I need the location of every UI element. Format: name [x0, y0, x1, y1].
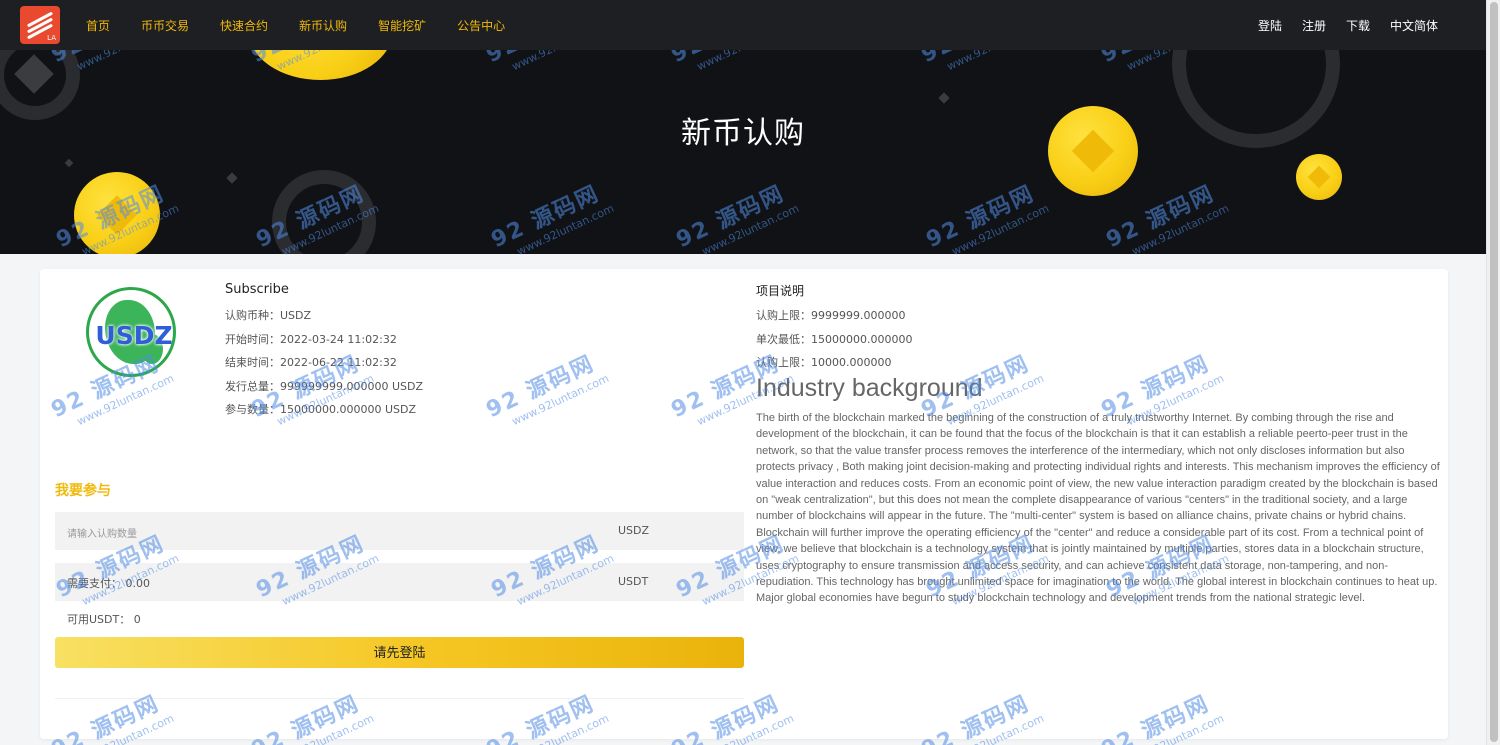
- decor-diamond-icon: [226, 172, 238, 184]
- info-row-participation: 参与数量：15000000.000000 USDZ: [225, 403, 417, 416]
- decor-coin-icon: [74, 172, 160, 254]
- nav-smart-mining[interactable]: 智能挖矿: [378, 17, 426, 34]
- nav-quick-contract[interactable]: 快速合约: [220, 17, 268, 34]
- decor-diamond-icon: [64, 158, 74, 168]
- project-heading: 项目说明: [756, 284, 805, 298]
- info-row-total-issue: 发行总量：999999999.000000 USDZ: [225, 380, 424, 393]
- nav-spot-trading[interactable]: 币币交易: [141, 17, 189, 34]
- nav-register[interactable]: 注册: [1302, 17, 1326, 34]
- scrollbar-thumb[interactable]: [1490, 2, 1498, 742]
- payment-unit: USDT: [618, 575, 649, 588]
- decor-ring-icon: [272, 170, 376, 254]
- subscription-card: USDZ Subscribe 认购币种：USDZ 开始时间：2022-03-24…: [40, 269, 1448, 739]
- decor-diamond-icon: [938, 92, 950, 104]
- coin-logo-text: USDZ: [95, 321, 173, 350]
- nav-announcements[interactable]: 公告中心: [457, 17, 505, 34]
- amount-placeholder: 请输入认购数量: [67, 529, 137, 540]
- nav-download[interactable]: 下载: [1346, 17, 1370, 34]
- industry-text: The birth of the blockchain marked the b…: [756, 412, 1440, 605]
- usdz-coin-logo-icon: USDZ: [86, 287, 176, 377]
- top-nav-bar: LA 首页 币币交易 快速合约 新币认购 智能挖矿 公告中心 登陆 注册 下载 …: [0, 0, 1500, 50]
- main-nav: 首页 币币交易 快速合约 新币认购 智能挖矿 公告中心: [86, 0, 536, 50]
- payment-readout: 需要支付： 0.00: [67, 577, 150, 590]
- site-logo[interactable]: LA: [20, 6, 60, 44]
- nav-home[interactable]: 首页: [86, 17, 110, 34]
- nav-language[interactable]: 中文简体: [1390, 17, 1438, 34]
- industry-title: Industry background: [756, 374, 983, 402]
- page-title: 新币认购: [681, 116, 805, 151]
- info-row-start-time: 开始时间：2022-03-24 11:02:32: [225, 333, 397, 346]
- subscribe-amount-input[interactable]: 请输入认购数量 USDZ: [55, 512, 744, 550]
- login-first-button[interactable]: 请先登陆: [55, 637, 744, 668]
- payment-field: 需要支付： 0.00 USDT: [55, 563, 744, 601]
- decor-coin-icon: [1296, 154, 1342, 200]
- participate-title: 我要参与: [55, 483, 111, 499]
- amount-unit: USDZ: [618, 524, 650, 537]
- subscribe-heading: Subscribe: [225, 282, 289, 297]
- project-row-limit: 认购上限：10000.000000: [756, 356, 892, 369]
- hero-banner: 新币认购: [0, 50, 1486, 254]
- decor-coin-icon: [248, 50, 393, 80]
- nav-new-coin-subscription[interactable]: 新币认购: [299, 17, 347, 34]
- available-balance: 可用USDT： 0: [67, 613, 141, 626]
- logo-tag: LA: [47, 34, 56, 42]
- info-row-end-time: 结束时间：2022-06-22 11:02:32: [225, 356, 397, 369]
- info-row-currency: 认购币种：USDZ: [225, 309, 312, 322]
- project-row-max: 认购上限：9999999.000000: [756, 309, 906, 322]
- nav-login[interactable]: 登陆: [1258, 17, 1282, 34]
- scrollbar[interactable]: [1486, 0, 1500, 745]
- divider: [55, 698, 744, 699]
- project-row-min-single: 单次最低：15000000.000000: [756, 333, 913, 346]
- user-nav: 登陆 注册 下载 中文简体: [1238, 0, 1438, 50]
